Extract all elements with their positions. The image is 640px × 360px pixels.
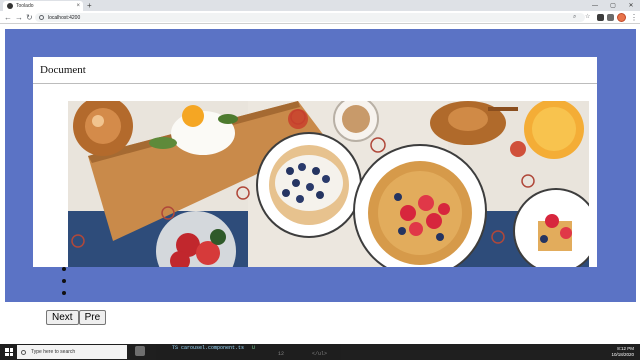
site-info-icon[interactable]: [39, 15, 44, 20]
browser-menu-icon[interactable]: ⋮: [630, 12, 638, 23]
maximize-icon[interactable]: ▢: [604, 0, 622, 11]
carousel-controls: Next Pre: [46, 310, 107, 325]
carousel-slide-image: [68, 101, 589, 267]
system-clock[interactable]: 8:12 PM 10/18/2020: [611, 346, 634, 358]
bookmark-star-icon[interactable]: ☆: [585, 13, 590, 22]
document-card: Document: [33, 57, 597, 267]
new-tab-button[interactable]: +: [87, 1, 92, 10]
carousel-indicator-3[interactable]: [62, 291, 66, 295]
zoom-icon[interactable]: ⌕: [573, 13, 576, 22]
extension-icon[interactable]: [597, 14, 604, 21]
minimize-icon[interactable]: —: [586, 0, 604, 11]
browser-tab[interactable]: Toolado ×: [3, 1, 83, 11]
taskbar-app-icon[interactable]: [135, 346, 145, 356]
editor-file-badge: U: [252, 345, 256, 351]
next-button[interactable]: Next: [46, 310, 79, 325]
windows-start-icon[interactable]: [5, 348, 13, 356]
taskbar-search-placeholder[interactable]: Type here to search: [31, 349, 75, 355]
prev-button[interactable]: Pre: [78, 310, 107, 325]
taskbar-search[interactable]: Type here to search: [17, 345, 127, 359]
forward-button[interactable]: →: [15, 12, 23, 23]
editor-code-text: </ul>: [312, 351, 328, 357]
profile-avatar[interactable]: [617, 13, 626, 22]
card-header: Document: [33, 57, 597, 84]
address-bar[interactable]: localhost:4200 ⌕ ☆: [35, 13, 590, 22]
browser-tab-strip: Toolado × + — ▢ ✕: [0, 0, 640, 11]
close-window-icon[interactable]: ✕: [622, 0, 640, 11]
clock-date: 10/18/2020: [611, 352, 634, 357]
puzzle-icon[interactable]: [607, 14, 614, 21]
back-button[interactable]: ←: [4, 12, 12, 23]
browser-toolbar: ← → ↻ localhost:4200 ⌕ ☆ ⋮: [0, 11, 640, 24]
breakfast-food-photo: [68, 101, 589, 267]
tab-close-icon[interactable]: ×: [76, 3, 80, 9]
editor-line-number: 12: [278, 351, 285, 357]
tab-favicon-icon: [7, 3, 13, 9]
carousel-indicator-2[interactable]: [62, 279, 66, 283]
reload-button[interactable]: ↻: [26, 12, 33, 23]
search-icon: [21, 349, 26, 355]
vscode-editor-strip: TS carousel.component.ts U 12 </ul>: [156, 344, 341, 360]
carousel-indicators: [62, 267, 66, 303]
page-viewport: Document Next Pre: [0, 24, 640, 344]
tab-title: Toolado: [16, 3, 34, 9]
address-url[interactable]: localhost:4200: [48, 15, 80, 21]
carousel-indicator-1[interactable]: [62, 267, 66, 271]
windows-taskbar: Type here to search TS carousel.componen…: [0, 344, 640, 360]
editor-filename[interactable]: TS carousel.component.ts: [172, 345, 244, 351]
card-title: Document: [40, 64, 86, 76]
